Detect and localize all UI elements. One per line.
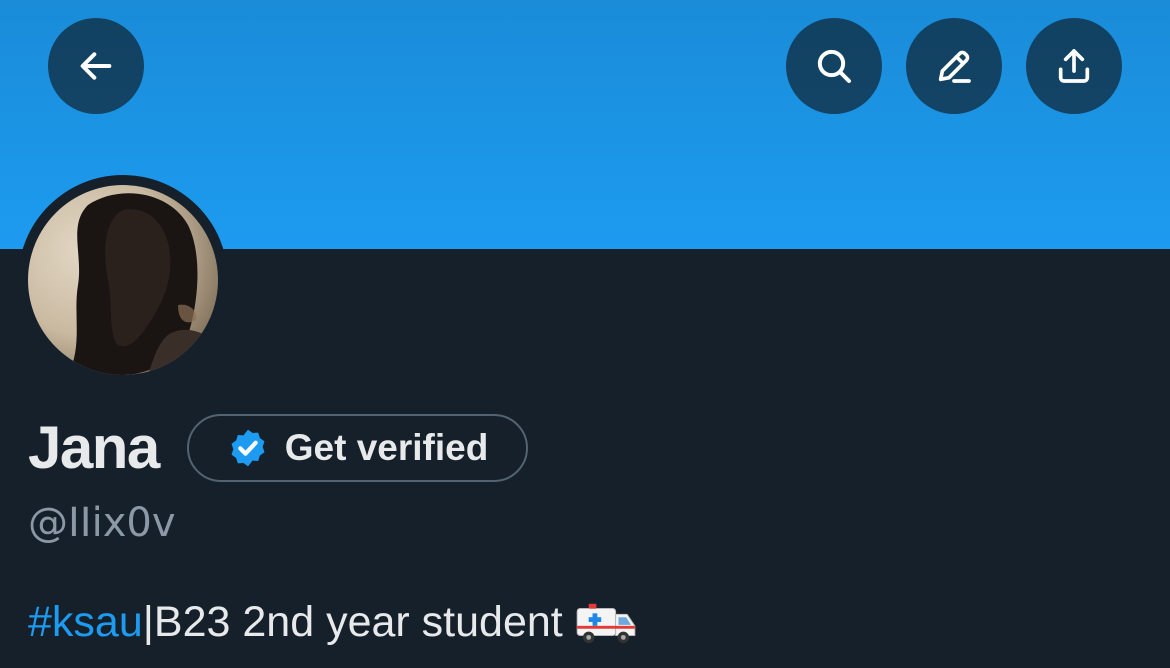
get-verified-label: Get verified [284, 427, 489, 468]
profile-photo [28, 185, 218, 375]
search-icon [817, 49, 851, 83]
profile-bio: #ksau |B23 2nd year student [28, 597, 637, 647]
ambulance-emoji [576, 603, 636, 644]
get-verified-button[interactable]: Get verified [186, 414, 529, 482]
edit-pencil-icon [938, 50, 971, 83]
search-button[interactable] [786, 18, 882, 114]
username-handle: @IIix0v [28, 500, 176, 546]
back-arrow-icon [80, 52, 112, 80]
edit-button[interactable] [906, 18, 1002, 114]
bio-text: |B23 2nd year student [142, 597, 563, 646]
back-button[interactable] [48, 18, 144, 114]
display-name: Jana [28, 414, 160, 481]
avatar-frame [18, 175, 228, 385]
avatar[interactable] [28, 185, 218, 375]
bio-hashtag-link[interactable]: #ksau [28, 598, 143, 647]
verified-badge-icon [231, 429, 265, 467]
name-row: Jana Get verified [28, 412, 529, 484]
share-upload-icon [1058, 49, 1090, 83]
share-button[interactable] [1026, 18, 1122, 114]
